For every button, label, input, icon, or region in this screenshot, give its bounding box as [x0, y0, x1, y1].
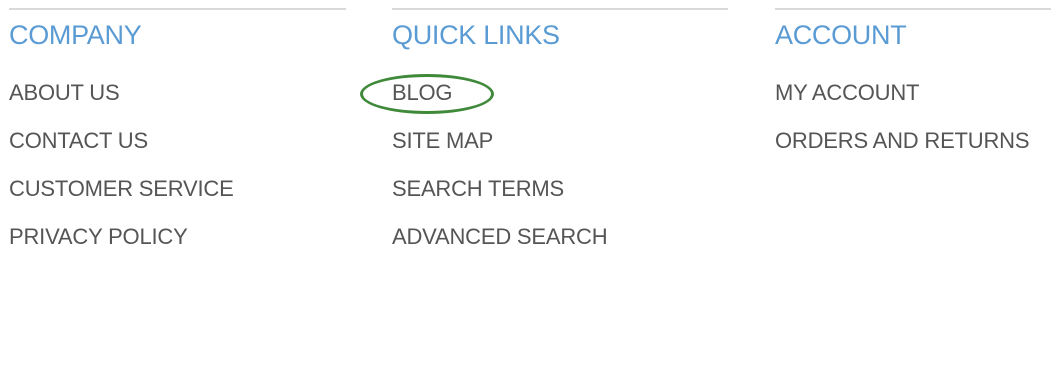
orders-and-returns-link[interactable]: ORDERS AND RETURNS — [775, 127, 1030, 155]
list-item: ADVANCED SEARCH — [392, 223, 608, 271]
list-item: PRIVACY POLICY — [9, 223, 234, 271]
customer-service-link[interactable]: CUSTOMER SERVICE — [9, 175, 234, 203]
list-item: ABOUT US — [9, 79, 234, 127]
quick-links-heading: QUICK LINKS — [392, 20, 560, 50]
list-item: CUSTOMER SERVICE — [9, 175, 234, 223]
account-link-list: MY ACCOUNT ORDERS AND RETURNS — [775, 79, 1030, 175]
list-item: CONTACT US — [9, 127, 234, 175]
list-item: MY ACCOUNT — [775, 79, 1029, 127]
footer-links: COMPANY ABOUT US CONTACT US CUSTOMER SER… — [0, 0, 1051, 369]
list-item: SEARCH TERMS — [392, 175, 607, 223]
column-divider — [9, 8, 346, 10]
my-account-link[interactable]: MY ACCOUNT — [775, 79, 919, 107]
list-item: BLOG — [392, 79, 607, 127]
search-terms-link[interactable]: SEARCH TERMS — [392, 175, 564, 203]
privacy-policy-link[interactable]: PRIVACY POLICY — [9, 223, 188, 251]
company-heading: COMPANY — [9, 20, 142, 50]
contact-us-link[interactable]: CONTACT US — [9, 127, 148, 155]
about-us-link[interactable]: ABOUT US — [9, 79, 120, 107]
list-item: ORDERS AND RETURNS — [775, 127, 1030, 175]
blog-link[interactable]: BLOG — [392, 79, 453, 107]
site-map-link[interactable]: SITE MAP — [392, 127, 493, 155]
company-link-list: ABOUT US CONTACT US CUSTOMER SERVICE PRI… — [9, 79, 234, 271]
advanced-search-link[interactable]: ADVANCED SEARCH — [392, 223, 608, 251]
column-divider — [775, 8, 1051, 10]
column-divider — [392, 8, 728, 10]
quick-links-link-list: BLOG SITE MAP SEARCH TERMS ADVANCED SEAR… — [392, 79, 608, 271]
list-item: SITE MAP — [392, 127, 607, 175]
account-heading: ACCOUNT — [775, 20, 907, 50]
